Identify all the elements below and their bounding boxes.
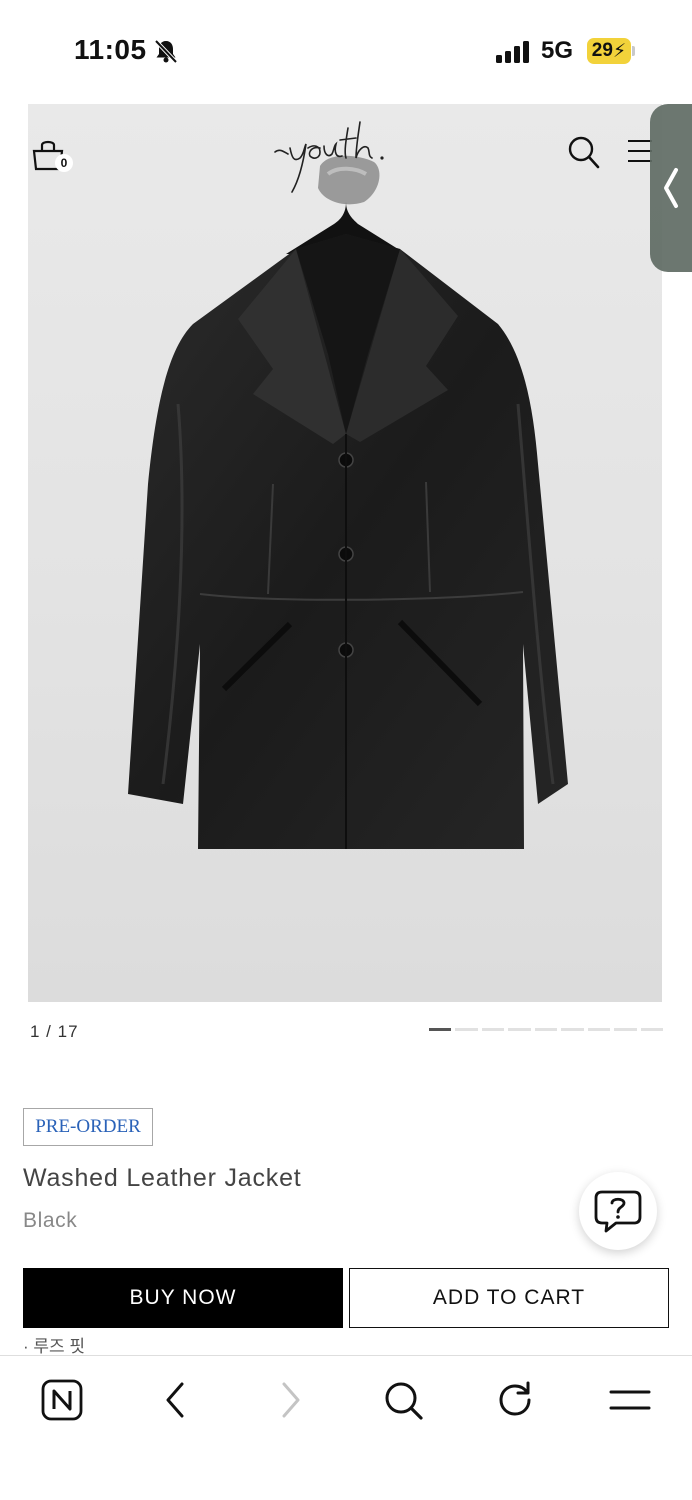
- question-chat-icon: [594, 1190, 642, 1233]
- brand-logo[interactable]: [270, 118, 430, 198]
- pager-dot[interactable]: [640, 1028, 663, 1031]
- pager-dot[interactable]: [508, 1028, 531, 1031]
- image-pager-count: 1 / 17: [30, 1022, 79, 1041]
- image-pager-dots: [429, 1028, 663, 1032]
- pager-dot[interactable]: [455, 1028, 478, 1031]
- fit-note: · 루즈 핏: [23, 1337, 86, 1356]
- pager-dot[interactable]: [587, 1028, 611, 1031]
- buy-now-button[interactable]: BUY NOW: [23, 1268, 343, 1328]
- status-bar: 11:05 5G 29 ⚡: [0, 0, 692, 104]
- signal-icon: [496, 41, 529, 63]
- naver-home-icon[interactable]: [40, 1378, 84, 1422]
- product-color: Black: [23, 1209, 78, 1232]
- pager-dot[interactable]: [534, 1028, 558, 1031]
- preorder-badge: PRE-ORDER: [23, 1108, 153, 1146]
- product-title: Washed Leather Jacket: [23, 1164, 302, 1192]
- pager-dot[interactable]: [481, 1028, 505, 1031]
- reload-icon[interactable]: [494, 1378, 538, 1422]
- cart-count-badge: 0: [55, 154, 73, 172]
- add-to-cart-button[interactable]: ADD TO CART: [349, 1268, 669, 1328]
- pager-dot-active[interactable]: [429, 1028, 452, 1031]
- chevron-left-icon: [664, 168, 678, 208]
- battery-indicator: 29 ⚡: [587, 38, 631, 64]
- jacket-photo: [128, 155, 568, 849]
- product-main-image[interactable]: [28, 104, 662, 1002]
- battery-level: 29: [591, 40, 613, 61]
- search-icon[interactable]: [566, 134, 600, 170]
- battery-tip: [632, 46, 635, 56]
- browser-toolbar: [0, 1355, 692, 1500]
- charging-bolt-icon: ⚡: [612, 40, 627, 62]
- menu-icon[interactable]: [608, 1378, 652, 1422]
- bell-muted-icon: [154, 39, 178, 64]
- search-icon-browser[interactable]: [381, 1378, 425, 1422]
- network-label: 5G: [541, 37, 574, 64]
- status-time: 11:05: [74, 34, 147, 65]
- help-chat-button[interactable]: [579, 1172, 657, 1250]
- pager-dot[interactable]: [561, 1028, 584, 1031]
- pager-dot[interactable]: [614, 1028, 637, 1031]
- forward-arrow-icon[interactable]: [268, 1378, 312, 1422]
- back-arrow-icon[interactable]: [154, 1378, 198, 1422]
